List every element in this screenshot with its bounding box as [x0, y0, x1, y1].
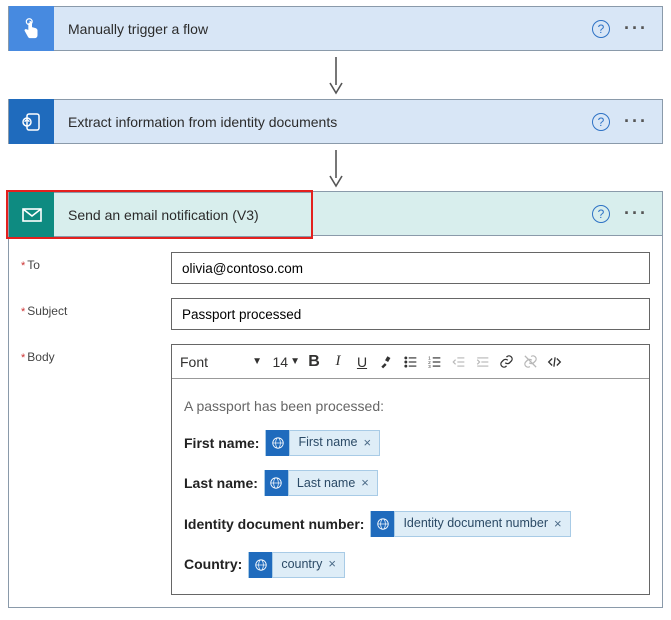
body-line-first: First name: First name ×: [184, 430, 637, 457]
number-list-icon[interactable]: 123: [422, 349, 446, 375]
field-label: Country:: [184, 551, 242, 578]
format-brush-icon[interactable]: [374, 349, 398, 375]
token-first-name[interactable]: First name ×: [265, 430, 380, 456]
body-intro-text: A passport has been processed:: [184, 393, 637, 420]
step-extract[interactable]: Extract information from identity docume…: [8, 99, 663, 144]
more-icon[interactable]: ···: [624, 111, 648, 132]
body-line-country: Country: country ×: [184, 551, 637, 578]
token-label: country: [281, 553, 322, 577]
step-trigger[interactable]: Manually trigger a flow ? ···: [8, 6, 663, 51]
token-label: First name: [298, 431, 357, 455]
token-label: Identity document number: [403, 512, 548, 536]
code-view-icon[interactable]: [542, 349, 566, 375]
row-subject: Subject: [21, 298, 650, 330]
body-editor-wrap: Font ▼ 14 ▼ B I U 123: [171, 344, 650, 595]
indent-icon[interactable]: [470, 349, 494, 375]
link-icon[interactable]: [494, 349, 518, 375]
document-ai-icon: [9, 99, 54, 144]
rte-toolbar: Font ▼ 14 ▼ B I U 123: [172, 345, 649, 379]
svg-text:3: 3: [428, 363, 431, 368]
dynamic-content-icon: [249, 552, 273, 578]
email-form: To Subject Body Font ▼ 14 ▼ B I U: [8, 236, 663, 608]
row-body: Body Font ▼ 14 ▼ B I U: [21, 344, 650, 595]
chevron-down-icon: ▼: [252, 356, 262, 367]
font-dropdown-label: Font: [180, 354, 208, 370]
more-icon[interactable]: ···: [624, 203, 648, 224]
size-value: 14: [273, 354, 289, 370]
token-doc-number[interactable]: Identity document number ×: [370, 511, 570, 537]
touch-icon: [9, 6, 54, 51]
body-editor[interactable]: A passport has been processed: First nam…: [172, 379, 649, 594]
chevron-down-icon: ▼: [290, 356, 300, 367]
italic-button[interactable]: I: [326, 349, 350, 375]
body-line-last: Last name: Last name ×: [184, 470, 637, 497]
step-title: Manually trigger a flow: [54, 21, 592, 37]
row-to: To: [21, 252, 650, 284]
size-dropdown[interactable]: 14 ▼: [266, 354, 302, 370]
step-email-outline: Send an email notification (V3): [8, 192, 311, 237]
token-remove[interactable]: ×: [355, 471, 377, 496]
label-to: To: [21, 252, 171, 284]
field-label: First name:: [184, 430, 259, 457]
outdent-icon[interactable]: [446, 349, 470, 375]
label-body: Body: [21, 344, 171, 595]
field-label: Identity document number:: [184, 511, 364, 538]
underline-button[interactable]: U: [350, 349, 374, 375]
bullet-list-icon[interactable]: [398, 349, 422, 375]
token-label: Last name: [297, 472, 355, 496]
mail-icon: [9, 192, 54, 237]
input-subject[interactable]: [171, 298, 650, 330]
token-remove[interactable]: ×: [358, 431, 380, 456]
step-email[interactable]: Send an email notification (V3): [8, 192, 311, 237]
flow-arrow: [8, 144, 663, 192]
more-icon[interactable]: ···: [624, 18, 648, 39]
dynamic-content-icon: [371, 511, 395, 537]
field-label: Last name:: [184, 470, 258, 497]
bold-button[interactable]: B: [302, 349, 326, 375]
help-icon[interactable]: ?: [592, 205, 610, 223]
input-to[interactable]: [171, 252, 650, 284]
label-subject: Subject: [21, 298, 171, 330]
dynamic-content-icon: [265, 470, 289, 496]
token-remove[interactable]: ×: [322, 552, 344, 577]
token-country[interactable]: country ×: [248, 552, 345, 578]
font-dropdown[interactable]: Font ▼: [178, 349, 266, 375]
body-line-docnum: Identity document number: Identity docum…: [184, 511, 637, 538]
step-title: Extract information from identity docume…: [54, 114, 592, 130]
token-remove[interactable]: ×: [548, 512, 570, 537]
unlink-icon[interactable]: [518, 349, 542, 375]
token-last-name[interactable]: Last name ×: [264, 470, 378, 496]
help-icon[interactable]: ?: [592, 20, 610, 38]
help-icon[interactable]: ?: [592, 113, 610, 131]
step-title: Send an email notification (V3): [54, 207, 311, 223]
flow-arrow: [8, 51, 663, 99]
dynamic-content-icon: [266, 430, 290, 456]
